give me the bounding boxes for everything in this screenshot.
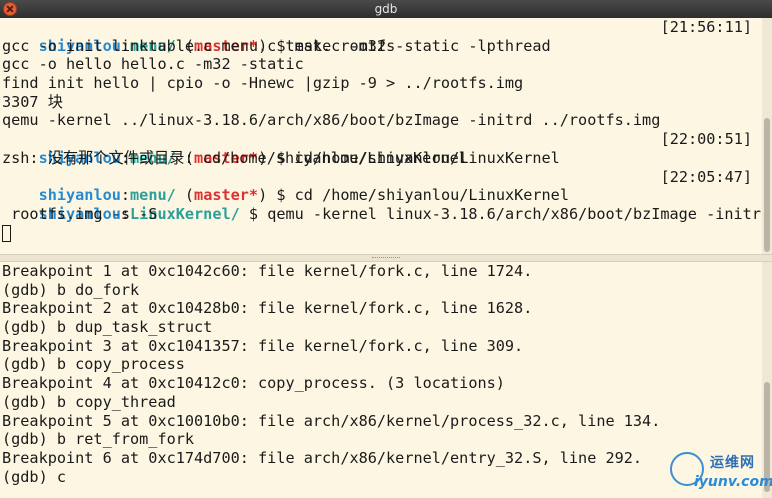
gdb-line: Breakpoint 4 at 0xc10412c0: copy_process… (2, 374, 505, 393)
watermark: 运维网 iyunv.com (668, 448, 772, 498)
terminal-line: rootfs.img -s -S (2, 204, 158, 223)
terminal-line: zsh: 没有那个文件或目录: cd/home/shiyanlou/LinuxK… (2, 148, 468, 167)
gdb-line: (gdb) b copy_thread (2, 392, 176, 411)
gdb-line: Breakpoint 2 at 0xc10428b0: file kernel/… (2, 299, 533, 318)
text-cursor (2, 224, 11, 242)
terminal-line: gcc -o init linktable.c menu.c test.c -m… (2, 36, 551, 55)
top-scrollbar[interactable] (762, 18, 772, 254)
terminal-bottom-pane[interactable]: Breakpoint 1 at 0xc1042c60: file kernel/… (0, 262, 762, 498)
terminal-line: qemu -kernel ../linux-3.18.6/arch/x86/bo… (2, 111, 661, 130)
title-bar: gdb (0, 0, 772, 18)
timestamp: [22:05:47] (660, 167, 752, 186)
pane-divider[interactable] (0, 254, 772, 262)
close-icon[interactable] (3, 2, 17, 16)
terminal-line: shiyanlou:LinuxKernel/ $ qemu -kernel li… (0, 186, 762, 223)
top-scrollbar-thumb[interactable] (764, 118, 770, 252)
gdb-line: Breakpoint 6 at 0xc174d700: file arch/x8… (2, 448, 643, 467)
terminal-line: shiyanlou:menu/ (master*) $ cd/home/shiy… (38, 130, 752, 167)
terminal-top-pane[interactable]: shiyanlou:menu/ (master*) $ make rootfs … (0, 18, 762, 254)
timestamp: [21:56:11] (660, 18, 752, 36)
gdb-line: (gdb) c (2, 467, 67, 486)
window-title: gdb (374, 2, 398, 16)
terminal-line (0, 224, 762, 243)
terminal-line: find init hello | cpio -o -Hnewc |gzip -… (2, 74, 524, 93)
divider-grip[interactable] (372, 257, 400, 260)
gdb-line: (gdb) b do_fork (2, 280, 140, 299)
gdb-line: (gdb) b copy_process (2, 355, 185, 374)
gdb-line: (gdb) b ret_from_fork (2, 430, 195, 449)
terminal-line: gcc -o hello hello.c -m32 -static (2, 55, 304, 74)
gdb-line: Breakpoint 5 at 0xc10010b0: file arch/x8… (2, 411, 661, 430)
terminal-line: shiyanlou:menu/ (master*) $ make rootfs … (38, 18, 752, 55)
watermark-en: iyunv.com (694, 474, 772, 490)
watermark-cn: 运维网 (710, 455, 755, 471)
gdb-line: Breakpoint 1 at 0xc1042c60: file kernel/… (2, 262, 533, 280)
gdb-line: Breakpoint 3 at 0xc1041357: file kernel/… (2, 336, 524, 355)
gdb-line: (gdb) b dup_task_struct (2, 318, 213, 337)
terminal-line: shiyanlou:menu/ (master*) $ cd /home/shi… (38, 167, 752, 205)
terminal-line: 3307 块 (2, 92, 63, 111)
timestamp: [22:00:51] (660, 130, 752, 149)
